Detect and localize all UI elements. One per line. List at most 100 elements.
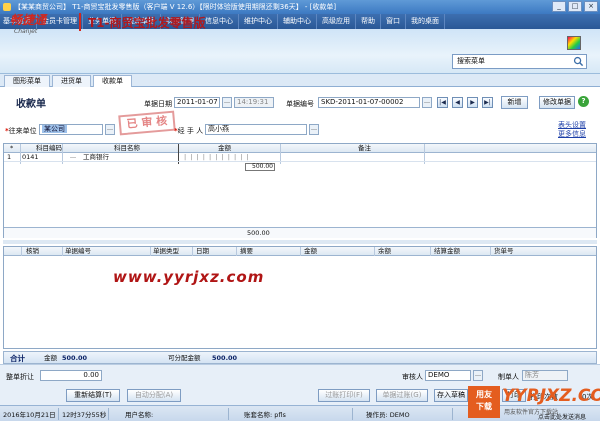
title-bar: 【某某商贸公司】 T1-商贸宝批发零售版（客户端 V 12.6）【限时体验版使用… <box>0 0 600 14</box>
col-amount: 金额 <box>218 144 231 152</box>
row-account-code[interactable]: 0141 <box>22 153 39 162</box>
reviewer-field: DEMO <box>425 370 471 381</box>
col-settle-amount: 结算金额 <box>434 247 460 255</box>
maker-label: 制单人 <box>498 373 519 381</box>
theme-icon[interactable] <box>567 36 581 50</box>
download-site-badge: 用友下载 YYRJXZ.COM 用友软件官方下载站 <box>468 386 600 421</box>
party-value: 某公司 <box>42 125 67 133</box>
totals-label: 合计 <box>10 354 25 363</box>
totals-amount-label: 金额 <box>44 354 57 362</box>
search-placeholder: 搜索菜单 <box>457 57 485 65</box>
col-doc-no: 单据编号 <box>65 247 91 255</box>
next-record-button[interactable]: ▶ <box>467 97 478 108</box>
brand-logo-sub: Chanjet <box>14 28 38 35</box>
resettle-button[interactable]: 重新结算(T) <box>66 389 120 402</box>
menu-help[interactable]: 帮助 <box>356 14 381 29</box>
docno-field[interactable]: SKD-2011-01-07-00002 <box>318 97 420 108</box>
tab-graphic-menu[interactable]: 图形菜单 <box>4 75 50 87</box>
row-number: 1 <box>7 153 12 161</box>
status-time: 12时37分55秒 <box>62 411 107 419</box>
discount-label: 整单折让 <box>6 373 34 381</box>
party-label: *往来单位 <box>5 127 37 135</box>
tab-purchase-order[interactable]: 进货单 <box>52 75 91 87</box>
col-star: * <box>10 144 14 152</box>
minimize-button[interactable]: _ <box>552 1 566 12</box>
col-account-name: 科目名称 <box>114 144 140 152</box>
party-field[interactable]: 某公司 <box>39 124 103 135</box>
handler-field[interactable]: 高小燕 <box>205 124 307 135</box>
form-title: 收款单 <box>16 99 46 110</box>
save-draft-button[interactable]: 存入草稿 <box>434 389 468 402</box>
product-name: T1-商贸宝批发零售版 <box>88 16 206 30</box>
help-icon[interactable]: ? <box>578 96 589 107</box>
window-title: 【某某商贸公司】 T1-商贸宝批发零售版（客户端 V 12.6）【限时体验版使用… <box>14 3 337 11</box>
badge-site: YYRJXZ.COM <box>502 386 600 406</box>
date-field[interactable]: 2011-01-07 <box>174 97 220 108</box>
status-account: 账套名称: pfls <box>244 411 286 419</box>
row-account-name[interactable]: 工商银行 <box>83 153 109 162</box>
totals-amount: 500.00 <box>62 354 88 362</box>
more-info-link[interactable]: 更多信息 <box>558 129 586 139</box>
app-icon <box>3 3 11 11</box>
col-date: 日期 <box>196 247 209 255</box>
col-account-code: 科目编码 <box>36 144 62 152</box>
brand-logo: 畅捷通 <box>10 13 47 27</box>
tab-receipt[interactable]: 收款单 <box>93 75 132 87</box>
edit-doc-button[interactable]: 修改单据 <box>539 96 575 109</box>
handler-label: *经 手 人 <box>174 127 204 135</box>
settlement-grid: 核销 单据编号 单据类型 日期 摘要 金额 余额 结算金额 货单号 <box>3 246 597 349</box>
docno-picker-button[interactable]: … <box>422 97 432 108</box>
post-doc-button[interactable]: 单据过账(G) <box>376 389 428 402</box>
reviewer-label: 审核人 <box>402 373 423 381</box>
new-button[interactable]: 新增 <box>501 96 528 109</box>
close-button[interactable]: × <box>584 1 598 12</box>
col-balance: 余额 <box>378 247 391 255</box>
handler-picker-button[interactable]: … <box>309 124 319 135</box>
time-field: 14:19:31 <box>234 97 274 108</box>
col-summary: 摘要 <box>240 247 253 255</box>
discount-field[interactable]: 0.00 <box>40 370 102 381</box>
col-amount2: 金额 <box>304 247 317 255</box>
date-label: 单据日期 <box>144 100 172 108</box>
docno-label: 单据编号 <box>286 100 314 108</box>
badge-subtitle: 用友软件官方下载站 <box>504 409 559 416</box>
table-row[interactable]: 1 0141 … 工商银行 | | | | | | | | | | | 500.… <box>4 152 596 171</box>
party-picker-button[interactable]: … <box>105 124 115 135</box>
menu-window[interactable]: 窗口 <box>381 14 406 29</box>
grid-total-amount: 500.00 <box>247 229 270 237</box>
account-grid-total: 500.00 <box>4 227 596 238</box>
status-user: 用户名称: <box>125 411 154 419</box>
tab-strip: 图形菜单 进货单 收款单 <box>0 74 600 87</box>
reviewer-picker-button[interactable]: … <box>473 370 483 381</box>
menu-my-desktop[interactable]: 我的桌面 <box>406 14 445 29</box>
menu-maintenance[interactable]: 维护中心 <box>239 14 278 29</box>
first-record-button[interactable]: |◀ <box>437 97 448 108</box>
menu-advanced[interactable]: 高级应用 <box>317 14 356 29</box>
search-icon[interactable] <box>573 56 584 67</box>
account-grid: * 科目编码 科目名称 金额 备注 1 0141 … 工商银行 | | | | … <box>3 143 597 238</box>
totals-bar: 合计 金额 500.00 可分配金额 500.00 <box>3 351 597 364</box>
alloc-amount: 500.00 <box>212 354 238 362</box>
date-picker-button[interactable]: … <box>222 97 232 108</box>
menu-assist[interactable]: 辅助中心 <box>278 14 317 29</box>
grid-splitter[interactable] <box>3 240 597 244</box>
badge-logo: 用友 下载 <box>468 386 500 418</box>
amount-digit-guide: | | | | | | | | | | | <box>184 153 250 161</box>
audited-stamp: 已 审 核 <box>118 110 176 136</box>
logo-divider <box>79 13 81 31</box>
auto-allocate-button[interactable]: 自动分配(A) <box>127 389 181 402</box>
row-amount[interactable]: 500.00 <box>245 163 275 171</box>
row-code-picker[interactable]: … <box>70 152 76 161</box>
col-goods-no: 货单号 <box>494 247 514 255</box>
col-doc-type: 单据类型 <box>153 247 179 255</box>
maximize-button[interactable]: □ <box>568 1 582 12</box>
post-print-button[interactable]: 过账打印(F) <box>318 389 370 402</box>
prev-record-button[interactable]: ◀ <box>452 97 463 108</box>
col-note: 备注 <box>358 144 371 152</box>
col-writeoff: 核销 <box>26 247 39 255</box>
last-record-button[interactable]: ▶| <box>482 97 493 108</box>
search-menu-input[interactable]: 搜索菜单 <box>452 54 587 69</box>
status-date: 2016年10月21日 <box>3 411 56 419</box>
status-operator: 操作员: DEMO <box>366 411 410 419</box>
account-grid-header: * 科目编码 科目名称 金额 备注 <box>4 144 596 153</box>
